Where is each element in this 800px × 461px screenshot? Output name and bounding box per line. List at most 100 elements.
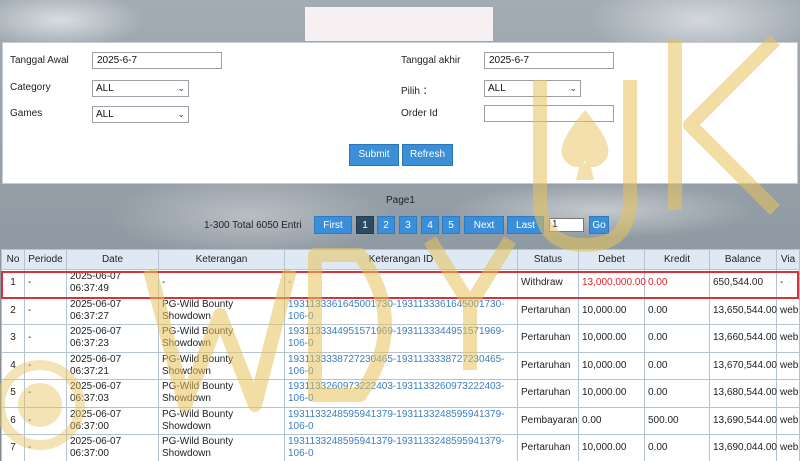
header-logo-area bbox=[305, 7, 493, 41]
page-label: Page1 bbox=[386, 195, 415, 206]
cell-periode: - bbox=[24, 379, 67, 408]
pager-page-2[interactable]: 2 bbox=[377, 216, 395, 234]
pager-last-button[interactable]: Last bbox=[507, 216, 544, 234]
pilih-select-value: ALL bbox=[488, 83, 506, 94]
table-row[interactable]: 4 - 2025-06-07 06:37:21 PG-Wild Bounty S… bbox=[1, 351, 800, 380]
cell-status: Pertaruhan bbox=[517, 324, 579, 353]
col-no[interactable]: No bbox=[1, 249, 25, 270]
cell-no: 1 bbox=[1, 269, 25, 298]
cell-kredit: 0.00 bbox=[644, 269, 710, 298]
cell-keterangan: - bbox=[158, 269, 285, 298]
table-row[interactable]: 2 - 2025-06-07 06:37:27 PG-Wild Bounty S… bbox=[1, 296, 800, 325]
pager-page-5[interactable]: 5 bbox=[442, 216, 460, 234]
cell-via: - bbox=[776, 269, 800, 298]
cell-via: web bbox=[776, 324, 800, 353]
order-id-label: Order Id bbox=[401, 108, 438, 119]
col-debet[interactable]: Debet bbox=[578, 249, 645, 270]
col-keterangan-id[interactable]: Keterangan ID bbox=[284, 249, 518, 270]
refresh-button[interactable]: Refresh bbox=[402, 144, 453, 166]
cell-keterangan: PG-Wild Bounty Showdown bbox=[158, 406, 285, 435]
category-select[interactable]: ALL ⌄ bbox=[92, 80, 189, 97]
order-id-input[interactable] bbox=[484, 105, 614, 122]
cell-status: Pertaruhan bbox=[517, 351, 579, 380]
pilih-select[interactable]: ALL ⌄ bbox=[484, 80, 581, 97]
cell-kredit: 0.00 bbox=[644, 296, 710, 325]
cell-keterangan: PG-Wild Bounty Showdown bbox=[158, 296, 285, 325]
cell-debet: 13,000,000.00 bbox=[578, 269, 646, 298]
cell-keterangan: PG-Wild Bounty Showdown bbox=[158, 324, 285, 353]
filter-panel: Tanggal Awal 2025-6-7 Tanggal akhir 2025… bbox=[2, 42, 798, 184]
table-row[interactable]: 7 - 2025-06-07 06:37:00 PG-Wild Bounty S… bbox=[1, 434, 800, 461]
games-select-value: ALL bbox=[96, 109, 114, 120]
cell-kredit: 500.00 bbox=[644, 406, 710, 435]
col-periode[interactable]: Periode bbox=[24, 249, 67, 270]
tanggal-akhir-label: Tanggal akhir bbox=[401, 55, 461, 66]
col-kredit[interactable]: Kredit bbox=[644, 249, 710, 270]
cell-periode: - bbox=[24, 351, 67, 380]
pager-go-button[interactable]: Go bbox=[589, 216, 609, 234]
col-via[interactable]: Via bbox=[776, 249, 800, 270]
cell-keterangan-id[interactable]: 1931133338727230465-1931133338727230465-… bbox=[284, 351, 518, 380]
games-select[interactable]: ALL ⌄ bbox=[92, 106, 189, 123]
cell-no: 2 bbox=[1, 296, 25, 325]
tanggal-awal-input[interactable]: 2025-6-7 bbox=[92, 52, 222, 69]
cell-keterangan: PG-Wild Bounty Showdown bbox=[158, 379, 285, 408]
cell-keterangan-id[interactable]: 1931133361645001730-1931133361645001730-… bbox=[284, 296, 518, 325]
table-row[interactable]: 3 - 2025-06-07 06:37:23 PG-Wild Bounty S… bbox=[1, 324, 800, 353]
pager-goto-input[interactable]: 1 bbox=[549, 218, 584, 232]
cell-periode: - bbox=[24, 324, 67, 353]
cell-kredit: 0.00 bbox=[644, 324, 710, 353]
cell-periode: - bbox=[24, 406, 67, 435]
table-row[interactable]: 6 - 2025-06-07 06:37:00 PG-Wild Bounty S… bbox=[1, 406, 800, 435]
table-header-row: No Periode Date Keterangan Keterangan ID… bbox=[1, 249, 800, 270]
cell-keterangan: PG-Wild Bounty Showdown bbox=[158, 351, 285, 380]
pager-page-1[interactable]: 1 bbox=[356, 216, 374, 234]
col-balance[interactable]: Balance bbox=[709, 249, 777, 270]
cell-debet: 10,000.00 bbox=[578, 434, 645, 461]
cell-via: web bbox=[776, 379, 800, 408]
cell-via: web bbox=[776, 406, 800, 435]
cell-keterangan-id[interactable]: 1931133248595941379-1931133248595941379-… bbox=[284, 406, 518, 435]
cell-date: 2025-06-07 06:37:23 bbox=[66, 324, 159, 353]
pager-page-4[interactable]: 4 bbox=[421, 216, 439, 234]
cell-kredit: 0.00 bbox=[644, 351, 710, 380]
cell-balance: 13,690,544.00 bbox=[709, 406, 777, 435]
cell-kredit: 0.00 bbox=[644, 379, 710, 408]
tanggal-akhir-input[interactable]: 2025-6-7 bbox=[484, 52, 614, 69]
cell-debet: 10,000.00 bbox=[578, 296, 645, 325]
chevron-down-icon: ⌄ bbox=[177, 109, 185, 119]
category-label: Category bbox=[10, 82, 51, 93]
cell-date: 2025-06-07 06:37:03 bbox=[66, 379, 159, 408]
tanggal-awal-label: Tanggal Awal bbox=[10, 55, 69, 66]
cell-no: 4 bbox=[1, 351, 25, 380]
col-date[interactable]: Date bbox=[66, 249, 159, 270]
cell-date: 2025-06-07 06:37:49 bbox=[66, 269, 159, 298]
cell-keterangan-id[interactable]: 1931133248595941379-1931133248595941379-… bbox=[284, 434, 518, 461]
cell-debet: 0.00 bbox=[578, 406, 645, 435]
table-row[interactable]: 5 - 2025-06-07 06:37:03 PG-Wild Bounty S… bbox=[1, 379, 800, 408]
cell-periode: - bbox=[24, 269, 67, 298]
cell-periode: - bbox=[24, 296, 67, 325]
col-keterangan[interactable]: Keterangan bbox=[158, 249, 285, 270]
cell-keterangan-id[interactable]: - bbox=[284, 269, 518, 298]
table-row[interactable]: 1 - 2025-06-07 06:37:49 - - Withdraw 13,… bbox=[1, 269, 800, 298]
cell-status: Withdraw bbox=[517, 269, 579, 298]
cell-keterangan-id[interactable]: 1931133260973222403-1931133260973222403-… bbox=[284, 379, 518, 408]
cell-keterangan: PG-Wild Bounty Showdown bbox=[158, 434, 285, 461]
cell-date: 2025-06-07 06:37:00 bbox=[66, 406, 159, 435]
cell-via: web bbox=[776, 296, 800, 325]
cell-debet: 10,000.00 bbox=[578, 379, 645, 408]
pager-first-button[interactable]: First bbox=[314, 216, 352, 234]
pager-next-button[interactable]: Next bbox=[464, 216, 504, 234]
cell-kredit: 0.00 bbox=[644, 434, 710, 461]
cell-balance: 13,650,544.00 bbox=[709, 296, 777, 325]
category-select-value: ALL bbox=[96, 83, 114, 94]
cell-no: 7 bbox=[1, 434, 25, 461]
cell-status: Pertaruhan bbox=[517, 379, 579, 408]
submit-button[interactable]: Submit bbox=[349, 144, 399, 166]
cell-via: web bbox=[776, 434, 800, 461]
col-status[interactable]: Status bbox=[517, 249, 579, 270]
pager-page-3[interactable]: 3 bbox=[399, 216, 417, 234]
cell-keterangan-id[interactable]: 1931133344951571969-1931133344951571969-… bbox=[284, 324, 518, 353]
cell-via: web bbox=[776, 351, 800, 380]
